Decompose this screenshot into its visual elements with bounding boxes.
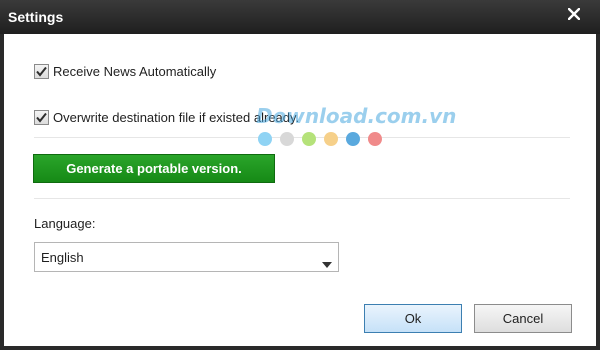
settings-dialog: Settings Receive News Automatically Over…	[0, 0, 600, 350]
cancel-button[interactable]: Cancel	[474, 304, 572, 333]
divider	[34, 198, 570, 199]
watermark-dot	[346, 132, 360, 146]
close-button[interactable]	[552, 2, 596, 26]
dialog-title: Settings	[8, 9, 64, 25]
receive-news-option[interactable]: Receive News Automatically	[34, 64, 216, 79]
receive-news-label: Receive News Automatically	[53, 64, 217, 79]
watermark-dot	[368, 132, 382, 146]
divider	[34, 137, 570, 138]
chevron-down-icon	[322, 255, 332, 273]
settings-content: Receive News Automatically Overwrite des…	[4, 34, 596, 346]
watermark-dots	[258, 132, 456, 146]
watermark-dot	[302, 132, 316, 146]
overwrite-checkbox[interactable]	[34, 110, 49, 125]
overwrite-option[interactable]: Overwrite destination file if existed al…	[34, 110, 299, 125]
watermark-dot	[280, 132, 294, 146]
watermark-dot	[258, 132, 272, 146]
language-selected-value: English	[41, 250, 84, 265]
close-icon	[568, 8, 580, 20]
generate-portable-button[interactable]: Generate a portable version.	[33, 154, 275, 183]
overwrite-label: Overwrite destination file if existed al…	[53, 110, 300, 125]
watermark-dot	[324, 132, 338, 146]
ok-button[interactable]: Ok	[364, 304, 462, 333]
checkmark-icon	[36, 66, 47, 77]
title-bar: Settings	[0, 0, 600, 34]
language-select[interactable]: English	[34, 242, 339, 272]
checkmark-icon	[36, 112, 47, 123]
receive-news-checkbox[interactable]	[34, 64, 49, 79]
language-label: Language:	[34, 216, 96, 231]
